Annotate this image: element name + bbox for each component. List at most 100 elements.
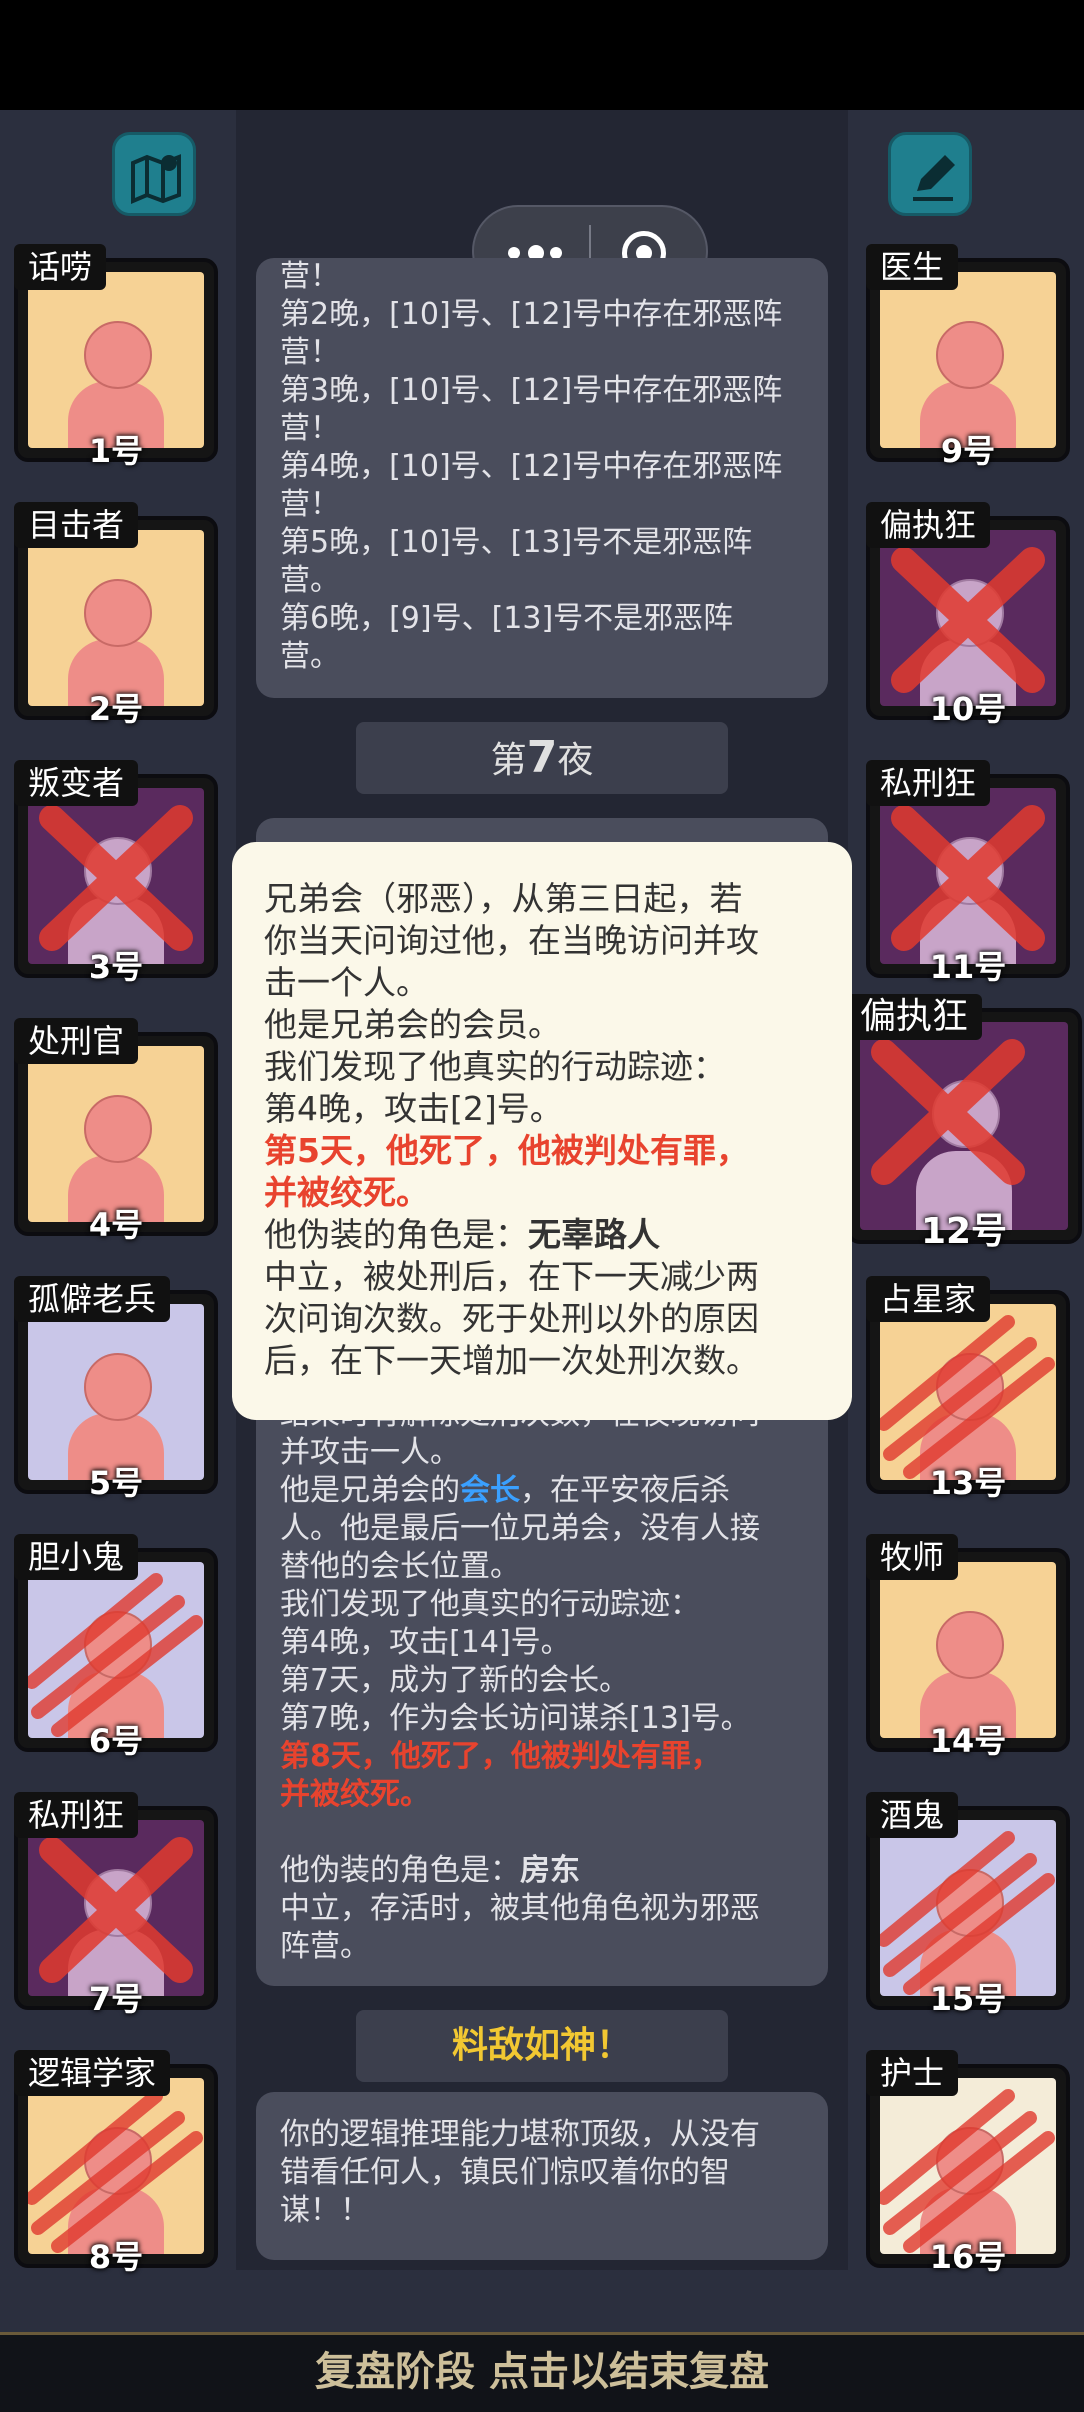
popup-line: 中立，被处刑后，在下一天减少两: [264, 1257, 759, 1296]
role-label: 目击者: [14, 502, 139, 548]
role-label: 孤僻老兵: [14, 1276, 171, 1322]
log2-disguise: 他伪装的角色是：房东: [280, 1853, 580, 1888]
role-label: 私刑狂: [866, 760, 991, 806]
log2-line: 阵营。: [280, 1929, 370, 1964]
player-card[interactable]: 目击者 2号: [14, 502, 218, 728]
player-number: 16号: [929, 2238, 1007, 2276]
player-card[interactable]: 孤僻老兵 5号: [14, 1276, 218, 1502]
player-portrait: [880, 2078, 1056, 2254]
log-line: 营！: [280, 411, 340, 446]
result-panel: 你的逻辑推理能力堪称顶级，从没有 错看任何人，镇民们惊叹着你的智 谋！！: [256, 2092, 828, 2260]
figure-head: [84, 321, 152, 390]
popup-disguise: 他伪装的角色是：无辜路人: [264, 1215, 660, 1254]
player-card[interactable]: 胆小鬼 6号: [14, 1534, 218, 1760]
map-pin-icon: [131, 154, 181, 205]
player-card[interactable]: 叛变者 3号: [14, 760, 218, 986]
log2-line: 他是兄弟会的会长，在平安夜后杀: [280, 1473, 730, 1508]
player-card[interactable]: 占星家 13号: [866, 1276, 1070, 1502]
log-line: 营。: [280, 563, 340, 598]
role-label: 牧师: [866, 1534, 959, 1580]
player-number: 8号: [88, 2238, 144, 2276]
role-label: 护士: [866, 2050, 959, 2096]
notes-button[interactable]: [888, 132, 972, 216]
player-card[interactable]: 私刑狂 11号: [866, 760, 1070, 986]
log-line: 第3晚，[10]号、[12]号中存在邪恶阵: [280, 373, 783, 408]
role-label: 叛变者: [14, 760, 139, 806]
player-card[interactable]: 偏执狂 12号: [846, 994, 1082, 1252]
log-line: 第5晚，[10]号、[13]号不是邪恶阵: [280, 525, 753, 560]
player-card[interactable]: 处刑官 4号: [14, 1018, 218, 1244]
player-number: 2号: [88, 690, 144, 728]
player-portrait: [28, 1562, 204, 1738]
player-portrait: [880, 1304, 1056, 1480]
role-label: 胆小鬼: [14, 1534, 139, 1580]
role-label: 偏执狂: [866, 502, 991, 548]
log2-line: 第7天，成为了新的会长。: [280, 1663, 630, 1698]
player-portrait: [28, 1046, 204, 1222]
executed-x-mark: [39, 805, 193, 951]
player-portrait: [880, 788, 1056, 964]
popup-line: 你当天问询过他，在当晚访问并攻: [264, 921, 759, 960]
executed-x-mark: [871, 1039, 1025, 1185]
player-portrait: [28, 788, 204, 964]
player-portrait: [28, 272, 204, 448]
player-card[interactable]: 话唠 1号: [14, 244, 218, 470]
player-number: 14号: [929, 1722, 1007, 1760]
log2-line: 中立，存活时，被其他角色视为邪恶: [280, 1891, 760, 1926]
log-line: 营！: [280, 259, 340, 294]
player-card[interactable]: 私刑狂 7号: [14, 1792, 218, 2018]
player-card[interactable]: 偏执狂 10号: [866, 502, 1070, 728]
result-title: 料敌如神！: [356, 2010, 728, 2082]
status-bar: [0, 0, 1084, 110]
player-card[interactable]: 护士 16号: [866, 2050, 1070, 2276]
map-button[interactable]: [112, 132, 196, 216]
popup-death-line: 并被绞死。: [264, 1173, 429, 1212]
end-review-button[interactable]: 复盘阶段 点击以结束复盘: [0, 2332, 1084, 2412]
figure-head: [936, 321, 1004, 390]
result-line: 谋！！: [280, 2193, 370, 2228]
executed-x-mark: [39, 1837, 193, 1983]
role-label: 医生: [866, 244, 959, 290]
night-label-suffix: 夜: [557, 740, 594, 781]
log2-line: 第4晚，攻击[14]号。: [280, 1625, 571, 1660]
popup-line: 后，在下一天增加一次处刑次数。: [264, 1341, 759, 1380]
log-lines: 营！ 第2晚，[10]号、[12]号中存在邪恶阵 营！ 第3晚，[10]号、[12]号…: [280, 258, 804, 676]
log2-line: 替他的会长位置。: [280, 1549, 520, 1584]
player-card[interactable]: 医生 9号: [866, 244, 1070, 470]
player-number: 4号: [88, 1206, 144, 1244]
executed-x-mark: [891, 547, 1045, 693]
player-number: 15号: [929, 1980, 1007, 2018]
leader-link[interactable]: 会长: [460, 1473, 520, 1508]
popup-line: 第4晚，攻击[2]号。: [264, 1089, 563, 1128]
player-portrait: [28, 1820, 204, 1996]
log-line: 第2晚，[10]号、[12]号中存在邪恶阵: [280, 297, 783, 332]
player-card[interactable]: 逻辑学家 8号: [14, 2050, 218, 2276]
log2-line: 人。他是最后一位兄弟会，没有人接: [280, 1511, 760, 1546]
result-line: 错看任何人，镇民们惊叹着你的智: [280, 2155, 730, 2190]
killed-claw-mark: [880, 2089, 1055, 2253]
role-label: 私刑狂: [14, 1792, 139, 1838]
player-portrait: [880, 1820, 1056, 1996]
player-card[interactable]: 酒鬼 15号: [866, 1792, 1070, 2018]
player-number: 12号: [920, 1211, 1008, 1252]
killed-claw-mark: [880, 1831, 1055, 1995]
role-label: 偏执狂: [846, 994, 983, 1040]
player-number: 3号: [88, 948, 144, 986]
result-line: 你的逻辑推理能力堪称顶级，从没有: [280, 2117, 760, 2152]
player-card[interactable]: 牧师 14号: [866, 1534, 1070, 1760]
player-portrait: [860, 1022, 1068, 1230]
night-label: 第7夜: [356, 722, 728, 794]
night-label-prefix: 第: [490, 740, 527, 781]
player-number: 7号: [88, 1980, 144, 2018]
log2-line: 第7晚，作为会长访问谋杀[13]号。: [280, 1701, 751, 1736]
pencil-icon: [913, 155, 955, 201]
player-number: 5号: [88, 1464, 144, 1502]
player-portrait: [880, 272, 1056, 448]
popup-line: 他是兄弟会的会员。: [264, 1005, 561, 1044]
popup-line: 次问询次数。死于处刑以外的原因: [264, 1299, 759, 1338]
role-label: 占星家: [866, 1276, 991, 1322]
log-line: 营。: [280, 639, 340, 674]
player-number: 11号: [929, 948, 1007, 986]
role-detail-popup[interactable]: 兄弟会（邪恶），从第三日起，若 你当天问询过他，在当晚访问并攻 击一个人。 他是…: [232, 842, 852, 1420]
